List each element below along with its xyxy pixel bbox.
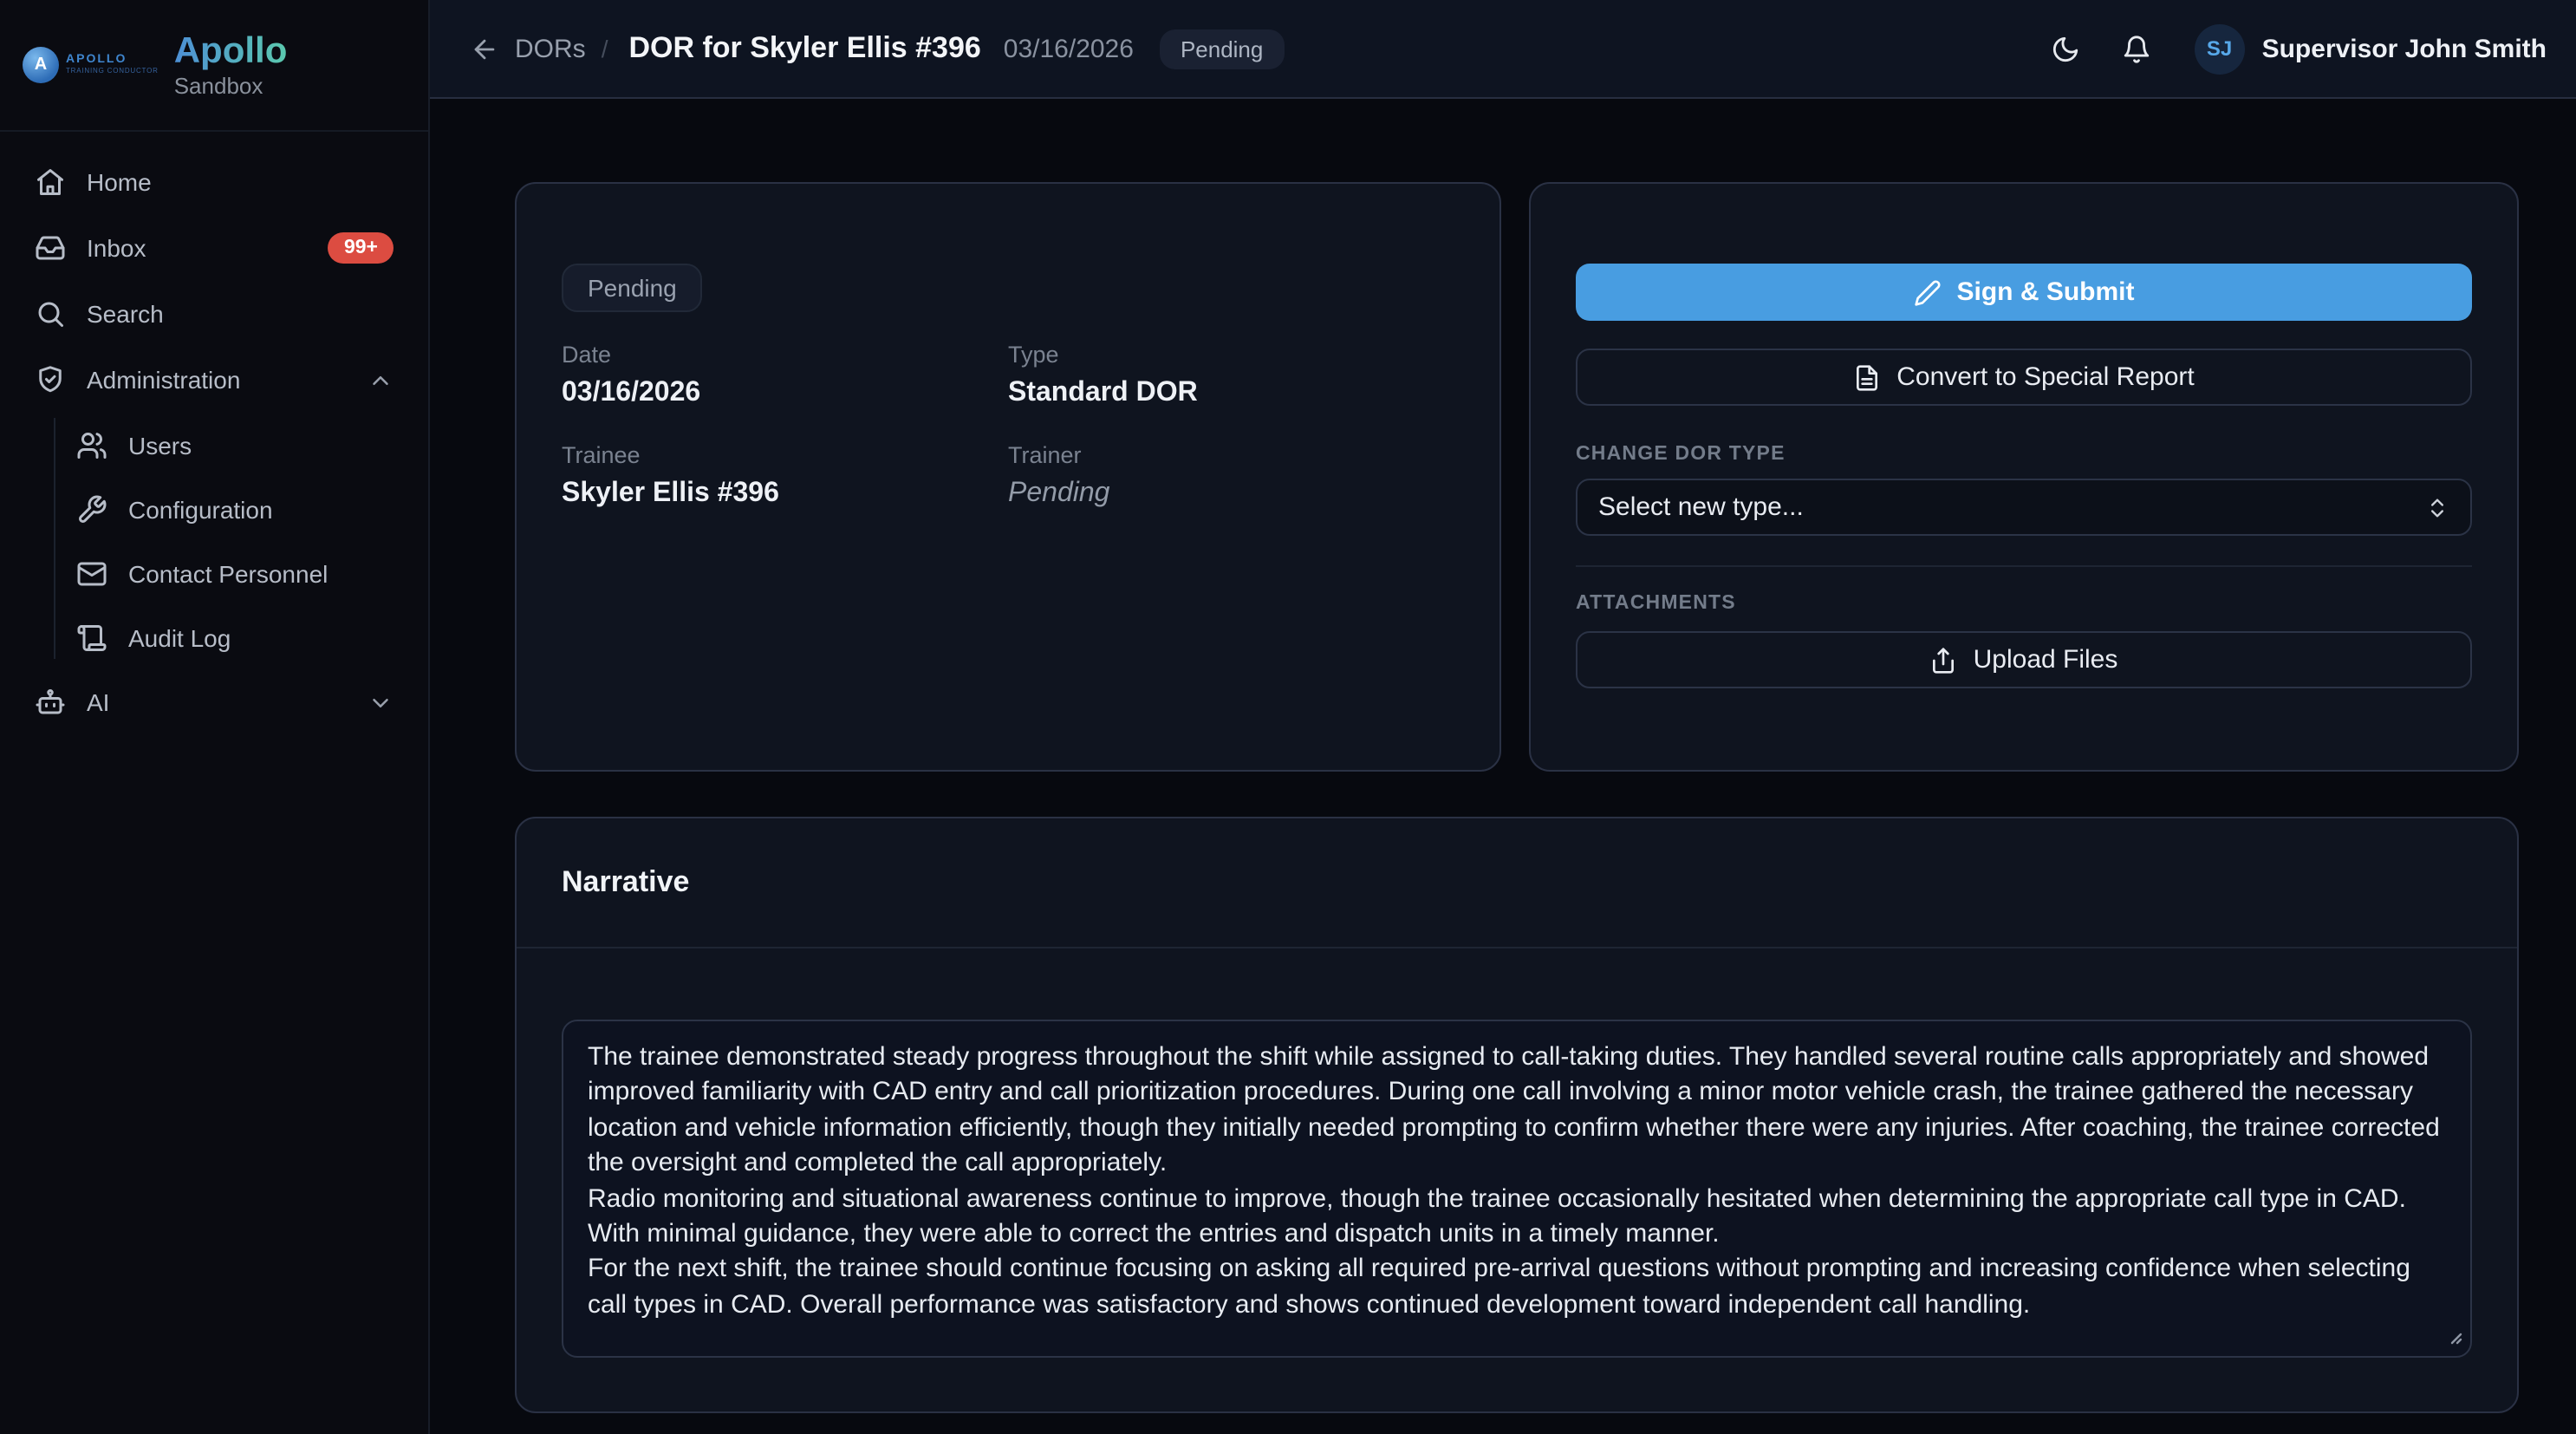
theme-toggle-button[interactable] xyxy=(2039,21,2094,76)
brand-environment: Sandbox xyxy=(174,73,288,99)
change-dor-type-label: CHANGE DOR TYPE xyxy=(1576,444,2472,465)
field-value: Standard DOR xyxy=(1008,378,1454,409)
sidebar-item-label: Users xyxy=(128,431,394,459)
main-area: DORs / DOR for Skyler Ellis #396 03/16/2… xyxy=(430,0,2576,1434)
sidebar-item-label: AI xyxy=(87,688,347,716)
dor-details-card: Pending Date 03/16/2026 Type Standard DO… xyxy=(515,182,1501,772)
sidebar-item-search[interactable]: Search xyxy=(17,281,411,347)
inbox-icon xyxy=(35,232,66,264)
logo-subtitle: TRAINING CONDUCTOR xyxy=(66,68,159,77)
upload-files-button[interactable]: Upload Files xyxy=(1576,631,2472,688)
field-date: Date 03/16/2026 xyxy=(562,342,1008,409)
user-menu[interactable]: SJ Supervisor John Smith xyxy=(2195,23,2547,74)
dor-type-select-value: Select new type... xyxy=(1598,492,2425,522)
upload-icon xyxy=(1930,646,1958,674)
sidebar-item-ai[interactable]: AI xyxy=(17,669,411,735)
page-date: 03/16/2026 xyxy=(1004,34,1134,63)
field-trainee: Trainee Skyler Ellis #396 xyxy=(562,442,1008,510)
field-label: Trainee xyxy=(562,442,1008,468)
pen-icon xyxy=(1914,278,1942,306)
breadcrumb-dors-link[interactable]: DORs xyxy=(515,34,586,63)
mail-icon xyxy=(76,557,107,589)
sidebar-item-inbox[interactable]: Inbox 99+ xyxy=(17,215,411,281)
breadcrumb-separator: / xyxy=(602,35,608,62)
sidebar-item-label: Inbox xyxy=(87,234,308,262)
home-icon xyxy=(35,166,66,198)
users-icon xyxy=(76,429,107,460)
sidebar-item-home[interactable]: Home xyxy=(17,149,411,215)
sidebar-item-contact-personnel[interactable]: Contact Personnel xyxy=(54,541,411,605)
field-value: Skyler Ellis #396 xyxy=(562,479,1008,510)
sidebar-item-audit-log[interactable]: Audit Log xyxy=(54,605,411,669)
field-type: Type Standard DOR xyxy=(1008,342,1454,409)
file-text-icon xyxy=(1853,363,1881,391)
sidebar-item-configuration[interactable]: Configuration xyxy=(54,477,411,541)
sidebar-item-label: Search xyxy=(87,300,394,328)
narrative-title: Narrative xyxy=(562,865,689,898)
page-content: Pending Date 03/16/2026 Type Standard DO… xyxy=(430,99,2576,1434)
avatar: SJ xyxy=(2195,23,2245,74)
divider xyxy=(1576,565,2472,567)
sidebar-item-label: Administration xyxy=(87,366,347,394)
administration-submenu: Users Configuration Contact Personnel Au… xyxy=(54,413,411,669)
brand-name: Apollo xyxy=(174,31,288,73)
dor-type-select[interactable]: Select new type... xyxy=(1576,479,2472,536)
dor-status-badge: Pending xyxy=(562,264,703,312)
sidebar-nav: Home Inbox 99+ Search Administration Use… xyxy=(0,132,428,753)
status-badge: Pending xyxy=(1160,29,1284,68)
sidebar: A APOLLO TRAINING CONDUCTOR Apollo Sandb… xyxy=(0,0,430,1434)
chevron-up-icon xyxy=(368,367,394,393)
search-icon xyxy=(35,298,66,329)
topbar: DORs / DOR for Skyler Ellis #396 03/16/2… xyxy=(430,0,2576,99)
apollo-logo: A APOLLO TRAINING CONDUCTOR xyxy=(23,47,159,83)
sidebar-item-label: Contact Personnel xyxy=(128,559,394,587)
chevrons-up-down-icon xyxy=(2425,495,2449,519)
chevron-down-icon xyxy=(368,689,394,715)
field-value: Pending xyxy=(1008,479,1454,510)
wrench-icon xyxy=(76,493,107,525)
arrow-left-icon xyxy=(470,34,499,63)
resize-handle[interactable] xyxy=(2443,1325,2463,1346)
sidebar-item-label: Configuration xyxy=(128,495,394,523)
shield-check-icon xyxy=(35,364,66,395)
field-label: Type xyxy=(1008,342,1454,368)
bot-icon xyxy=(35,687,66,718)
notifications-button[interactable] xyxy=(2110,21,2165,76)
field-value: 03/16/2026 xyxy=(562,378,1008,409)
brand[interactable]: A APOLLO TRAINING CONDUCTOR Apollo Sandb… xyxy=(0,0,428,132)
attachments-label: ATTACHMENTS xyxy=(1576,593,2472,614)
app-root: A APOLLO TRAINING CONDUCTOR Apollo Sandb… xyxy=(0,0,2576,1434)
sidebar-item-users[interactable]: Users xyxy=(54,413,411,477)
back-button[interactable] xyxy=(470,34,499,63)
sidebar-item-label: Audit Log xyxy=(128,623,394,651)
inbox-unread-badge: 99+ xyxy=(329,231,394,264)
field-trainer: Trainer Pending xyxy=(1008,442,1454,510)
narrative-textarea[interactable]: The trainee demonstrated steady progress… xyxy=(562,1020,2472,1358)
dor-actions-card: Sign & Submit Convert to Special Report … xyxy=(1529,182,2519,772)
apollo-logo-icon: A xyxy=(23,47,59,83)
user-name: Supervisor John Smith xyxy=(2262,34,2547,63)
sidebar-item-label: Home xyxy=(87,168,394,196)
field-label: Date xyxy=(562,342,1008,368)
narrative-card: Narrative The trainee demonstrated stead… xyxy=(515,817,2519,1413)
page-title: DOR for Skyler Ellis #396 xyxy=(628,31,980,66)
bell-icon xyxy=(2123,34,2152,63)
scroll-icon xyxy=(76,622,107,653)
field-label: Trainer xyxy=(1008,442,1454,468)
moon-icon xyxy=(2052,34,2081,63)
sign-submit-button[interactable]: Sign & Submit xyxy=(1576,264,2472,321)
convert-special-report-button[interactable]: Convert to Special Report xyxy=(1576,349,2472,406)
sidebar-item-administration[interactable]: Administration xyxy=(17,347,411,413)
